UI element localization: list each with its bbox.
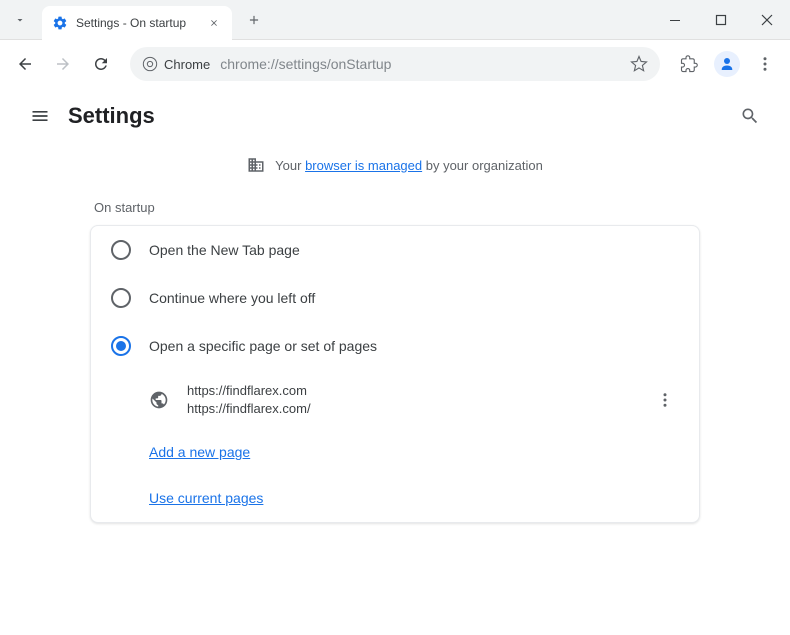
settings-gear-icon xyxy=(52,15,68,31)
startup-page-entry: https://findflarex.com https://findflare… xyxy=(91,370,699,430)
avatar-icon xyxy=(714,51,740,77)
maximize-button[interactable] xyxy=(698,0,744,40)
option-label: Open the New Tab page xyxy=(149,242,300,258)
section-title: On startup xyxy=(90,186,700,225)
tab-title: Settings - On startup xyxy=(76,16,198,30)
globe-icon xyxy=(149,390,169,410)
use-current-row: Use current pages xyxy=(91,476,699,522)
new-tab-button[interactable] xyxy=(240,6,268,34)
forward-button[interactable] xyxy=(46,47,80,81)
option-continue[interactable]: Continue where you left off xyxy=(91,274,699,322)
browser-toolbar: Chrome chrome://settings/onStartup xyxy=(0,40,790,88)
minimize-button[interactable] xyxy=(652,0,698,40)
page-url: https://findflarex.com/ xyxy=(187,400,633,418)
option-new-tab[interactable]: Open the New Tab page xyxy=(91,226,699,274)
search-settings-button[interactable] xyxy=(730,96,770,136)
startup-card: Open the New Tab page Continue where you… xyxy=(90,225,700,523)
option-label: Continue where you left off xyxy=(149,290,315,306)
omnibox-url: chrome://settings/onStartup xyxy=(220,56,630,72)
managed-link[interactable]: browser is managed xyxy=(305,158,422,173)
search-tabs-button[interactable] xyxy=(6,6,34,34)
browser-titlebar: Settings - On startup xyxy=(0,0,790,40)
radio-icon xyxy=(111,288,131,308)
close-tab-icon[interactable] xyxy=(206,15,222,31)
browser-tab[interactable]: Settings - On startup xyxy=(42,6,232,40)
chrome-icon xyxy=(142,56,158,72)
hamburger-menu-button[interactable] xyxy=(20,96,60,136)
profile-button[interactable] xyxy=(710,47,744,81)
back-button[interactable] xyxy=(8,47,42,81)
settings-header: Settings xyxy=(0,88,790,144)
address-bar[interactable]: Chrome chrome://settings/onStartup xyxy=(130,47,660,81)
omnibox-label: Chrome xyxy=(164,57,210,72)
bookmark-star-icon[interactable] xyxy=(630,55,648,73)
page-url-title: https://findflarex.com xyxy=(187,382,633,400)
page-entry-menu-button[interactable] xyxy=(651,386,679,414)
radio-icon xyxy=(111,240,131,260)
add-page-row: Add a new page xyxy=(91,430,699,476)
option-label: Open a specific page or set of pages xyxy=(149,338,377,354)
extensions-button[interactable] xyxy=(672,47,706,81)
reload-button[interactable] xyxy=(84,47,118,81)
menu-button[interactable] xyxy=(748,47,782,81)
use-current-pages-link[interactable]: Use current pages xyxy=(149,490,263,506)
managed-prefix: Your xyxy=(275,158,305,173)
managed-suffix: by your organization xyxy=(422,158,543,173)
managed-notice: Your browser is managed by your organiza… xyxy=(0,144,790,186)
add-page-link[interactable]: Add a new page xyxy=(149,444,250,460)
option-specific-pages[interactable]: Open a specific page or set of pages xyxy=(91,322,699,370)
radio-selected-icon xyxy=(111,336,131,356)
building-icon xyxy=(247,156,265,174)
page-title: Settings xyxy=(68,103,155,129)
close-window-button[interactable] xyxy=(744,0,790,40)
